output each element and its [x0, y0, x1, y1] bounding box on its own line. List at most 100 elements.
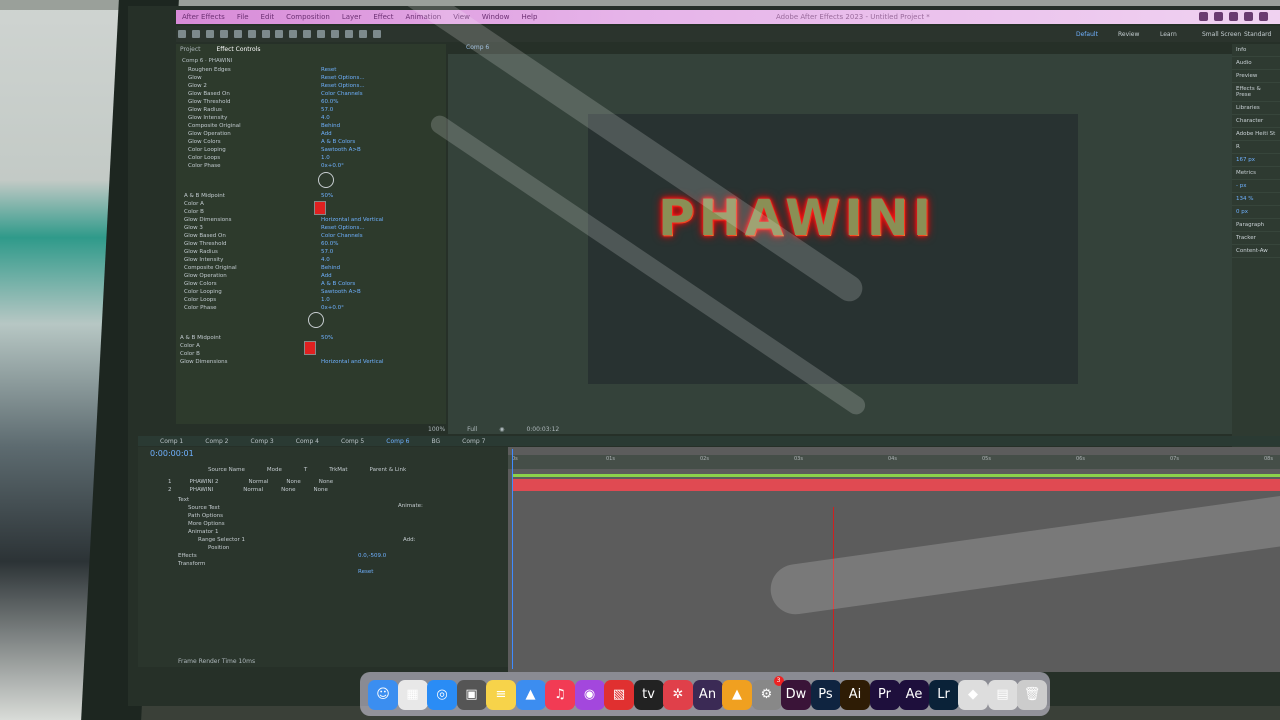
- right-panel-item[interactable]: Adobe Heiti St: [1232, 128, 1280, 141]
- position-value[interactable]: 0.0,-509.0: [358, 553, 386, 561]
- tab-bg[interactable]: BG: [432, 438, 441, 445]
- notes-icon[interactable]: ≡: [486, 680, 516, 710]
- workspace-2[interactable]: Learn: [1160, 31, 1177, 38]
- property-row[interactable]: Source Text: [188, 505, 220, 513]
- effect-row[interactable]: Glow Reset Options...: [176, 74, 446, 82]
- layer-trkmat[interactable]: None: [281, 487, 295, 493]
- property-row[interactable]: Path Options: [188, 513, 223, 521]
- workspace-1[interactable]: Review: [1118, 31, 1139, 38]
- tray-icon[interactable]: [1214, 12, 1223, 21]
- effect-value[interactable]: Reset: [321, 66, 336, 74]
- effect-value[interactable]: Add: [321, 130, 332, 138]
- effect-row[interactable]: Glow Colors A & B Colors: [176, 280, 446, 288]
- menu-item-0[interactable]: After Effects: [182, 13, 225, 21]
- tab-comp-2[interactable]: Comp 2: [205, 438, 228, 445]
- composition-tab[interactable]: Comp 6: [466, 44, 489, 51]
- right-panel-item[interactable]: Tracker: [1232, 232, 1280, 245]
- effect-value[interactable]: 60.0%: [321, 240, 338, 248]
- property-row[interactable]: Transform: [178, 561, 205, 569]
- effect-value[interactable]: 50%: [321, 334, 333, 342]
- keynote-icon[interactable]: ▲: [515, 680, 546, 710]
- effect-row[interactable]: Glow Colors A & B Colors: [176, 138, 446, 146]
- effect-row[interactable]: Glow Intensity 4.0: [176, 114, 446, 122]
- tv-icon[interactable]: tv: [633, 680, 664, 710]
- effect-value[interactable]: 57.0: [321, 248, 333, 256]
- hand-tool-icon[interactable]: [205, 30, 214, 38]
- menu-item-9[interactable]: Help: [521, 13, 537, 21]
- after-effects-icon[interactable]: Ae: [899, 680, 929, 710]
- layer-mode[interactable]: Normal: [248, 479, 268, 485]
- podcasts-icon[interactable]: ◉: [574, 680, 605, 710]
- effect-value[interactable]: Reset Options...: [321, 74, 365, 82]
- property-row[interactable]: Text: [178, 497, 189, 505]
- viewer-timecode[interactable]: 0:00:03:12: [526, 426, 559, 433]
- type-tool-icon[interactable]: [303, 30, 312, 38]
- illustrator-icon[interactable]: Ai: [840, 680, 870, 710]
- menu-item-7[interactable]: View: [453, 13, 470, 21]
- premiere-icon[interactable]: Pr: [869, 680, 900, 710]
- effect-row[interactable]: Glow Based On Color Channels: [176, 90, 446, 98]
- pan-behind-tool-icon[interactable]: [261, 30, 270, 38]
- color-a-swatch[interactable]: [304, 341, 316, 355]
- effect-value[interactable]: 4.0: [321, 256, 330, 264]
- puppet-tool-icon[interactable]: [372, 30, 381, 38]
- right-panel-item[interactable]: Effects & Prese: [1232, 83, 1280, 102]
- effect-value[interactable]: Behind: [321, 264, 340, 272]
- add-menu[interactable]: Add:: [403, 537, 416, 545]
- tab-comp-5[interactable]: Comp 5: [341, 438, 364, 445]
- menu-item-8[interactable]: Window: [482, 13, 510, 21]
- effect-value[interactable]: Color Channels: [321, 232, 363, 240]
- right-panel-item[interactable]: 167 px: [1232, 154, 1280, 167]
- effect-value[interactable]: Sawtooth A>B: [321, 288, 361, 296]
- effect-value[interactable]: 1.0: [321, 296, 330, 304]
- tray-icon[interactable]: [1199, 12, 1208, 21]
- layer-name[interactable]: PHAWINI: [190, 487, 214, 493]
- launchpad-icon[interactable]: ▦: [397, 680, 428, 710]
- effect-row[interactable]: Composite Original Behind: [176, 264, 446, 272]
- transform-reset[interactable]: Reset: [358, 569, 373, 577]
- menu-item-6[interactable]: Animation: [406, 13, 442, 21]
- right-panel-item[interactable]: Libraries: [1232, 102, 1280, 115]
- tray-icon[interactable]: [1259, 12, 1268, 21]
- right-panel-item[interactable]: Preview: [1232, 70, 1280, 83]
- menu-item-5[interactable]: Effect: [373, 13, 393, 21]
- workspace-4[interactable]: Standard: [1244, 31, 1271, 38]
- selection-tool-icon[interactable]: [191, 30, 200, 38]
- layer-name[interactable]: PHAWINI 2: [190, 479, 219, 485]
- effect-value[interactable]: Reset Options...: [321, 224, 365, 232]
- layer-row[interactable]: 1 PHAWINI 2 Normal None None: [168, 479, 351, 487]
- effect-value[interactable]: 0x+0.0°: [321, 304, 344, 312]
- home-icon[interactable]: [178, 30, 186, 38]
- color-phase-dial[interactable]: [318, 172, 334, 188]
- current-time-indicator[interactable]: [512, 449, 513, 669]
- effect-row[interactable]: Color Looping Sawtooth A>B: [176, 146, 446, 154]
- effect-value[interactable]: Behind: [321, 122, 340, 130]
- layer-duration-bar[interactable]: [512, 479, 1280, 491]
- eraser-tool-icon[interactable]: [345, 30, 354, 38]
- right-panel-item[interactable]: 134 %: [1232, 193, 1280, 206]
- effect-value[interactable]: A & B Colors: [321, 138, 355, 146]
- effect-row[interactable]: Glow 3 Reset Options...: [176, 224, 446, 232]
- property-row[interactable]: Position: [208, 545, 229, 553]
- tray-icon[interactable]: [1244, 12, 1253, 21]
- color-a-swatch[interactable]: [314, 201, 326, 215]
- rotate-tool-icon[interactable]: [233, 30, 242, 38]
- effect-value[interactable]: 60.0%: [321, 98, 338, 106]
- layer-row[interactable]: 2 PHAWINI Normal None None: [168, 487, 346, 495]
- effect-row[interactable]: Composite Original Behind: [176, 122, 446, 130]
- photo-icon[interactable]: ▧: [604, 680, 634, 710]
- right-panel-item[interactable]: Metrics: [1232, 167, 1280, 180]
- effect-value[interactable]: 50%: [321, 192, 333, 200]
- animate-icon[interactable]: An: [692, 680, 723, 710]
- tab-comp-6[interactable]: Comp 6: [386, 438, 409, 445]
- vlc-icon[interactable]: ▲: [722, 680, 752, 710]
- effect-value[interactable]: Horizontal and Vertical: [321, 358, 384, 366]
- right-panel-item[interactable]: Info: [1232, 44, 1280, 57]
- effect-value[interactable]: 57.0: [321, 106, 333, 114]
- finder-icon[interactable]: ☺: [368, 680, 398, 710]
- composition-canvas[interactable]: PHAWINI: [588, 114, 1078, 384]
- tab-comp-4[interactable]: Comp 4: [296, 438, 319, 445]
- effect-row[interactable]: Color B: [176, 208, 446, 216]
- files-icon[interactable]: ▤: [987, 680, 1018, 710]
- menu-item-3[interactable]: Composition: [286, 13, 330, 21]
